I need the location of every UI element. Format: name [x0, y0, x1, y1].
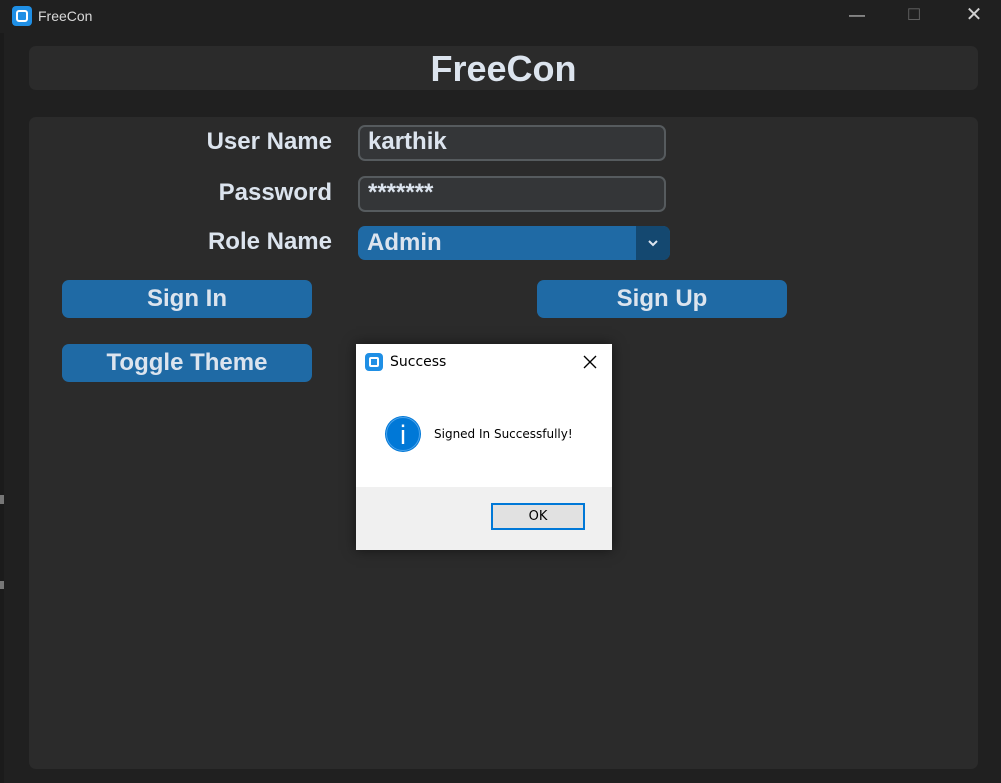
success-dialog: Success Signed In Successfully! OK	[356, 344, 612, 550]
password-field[interactable]: *******	[358, 176, 666, 212]
window-titlebar: FreeCon — ☐ ✕	[0, 0, 1001, 33]
dialog-title: Success	[390, 354, 447, 370]
header-panel: FreeCon	[29, 46, 978, 90]
password-label: Password	[218, 179, 332, 206]
ok-button[interactable]: OK	[491, 503, 585, 530]
window-title: FreeCon	[38, 8, 93, 24]
username-field[interactable]: karthik	[358, 125, 666, 161]
left-edge	[0, 33, 4, 783]
app-heading: FreeCon	[430, 48, 577, 89]
dialog-message: Signed In Successfully!	[434, 427, 573, 441]
role-selected-value: Admin	[367, 229, 442, 256]
sign-in-button[interactable]: Sign In	[62, 280, 312, 318]
app-icon	[12, 6, 32, 26]
role-label: Role Name	[207, 228, 332, 255]
maximize-button[interactable]: ☐	[891, 0, 937, 33]
role-dropdown-toggle[interactable]	[636, 226, 670, 260]
info-icon	[385, 416, 421, 452]
sign-up-button[interactable]: Sign Up	[537, 280, 787, 318]
dialog-app-icon	[365, 353, 383, 371]
role-dropdown[interactable]: Admin	[358, 226, 670, 260]
dialog-footer: OK	[356, 487, 612, 550]
minimize-button[interactable]: —	[834, 0, 880, 33]
chevron-down-icon	[648, 240, 658, 247]
close-icon[interactable]	[581, 353, 599, 371]
toggle-theme-button[interactable]: Toggle Theme	[62, 344, 312, 382]
username-label: User Name	[206, 128, 332, 155]
window-close-button[interactable]: ✕	[951, 0, 997, 33]
